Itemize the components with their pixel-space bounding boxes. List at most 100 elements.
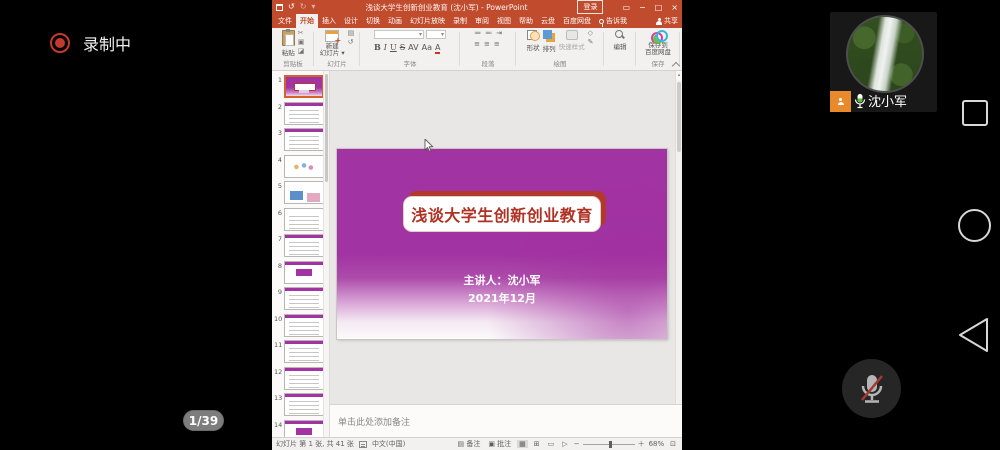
tab-animations[interactable]: 动画 [384, 14, 406, 28]
reset-icon[interactable]: ↺ [348, 39, 355, 46]
format-painter-icon[interactable]: ◪ [298, 48, 305, 55]
thumbnail-scrollbar[interactable] [323, 71, 329, 437]
webcam-overlay[interactable]: 沈小军 [830, 12, 937, 112]
tab-review[interactable]: 审阅 [471, 14, 493, 28]
normal-view-button[interactable]: ▦ [517, 440, 528, 448]
thumbnail-row[interactable]: 2 [274, 102, 329, 127]
tab-insert[interactable]: 插入 [318, 14, 340, 28]
thumbnail-slide-1[interactable] [284, 75, 324, 98]
notes-pane[interactable]: 单击此处添加备注 [330, 404, 682, 437]
thumbnail-row[interactable]: 5 [274, 181, 329, 206]
slideshow-view-button[interactable]: ▷ [560, 440, 569, 448]
tab-clouddrive[interactable]: 云盘 [537, 14, 559, 28]
qat-customize-icon[interactable]: ▾ [311, 3, 315, 11]
ribbon-options-icon[interactable]: ▭ [622, 3, 630, 12]
login-button[interactable]: 登录 [577, 0, 603, 14]
thumbnail-row[interactable]: 11 [274, 340, 329, 365]
reading-view-button[interactable]: ▭ [546, 440, 557, 448]
thumbnail-slide-11[interactable] [284, 340, 324, 363]
tab-record[interactable]: 录制 [449, 14, 471, 28]
quick-styles-button[interactable]: 快速样式 [559, 30, 585, 51]
thumbnail-row[interactable]: 4 [274, 155, 329, 180]
collapse-ribbon-icon[interactable] [673, 61, 679, 67]
shape-fill-icon[interactable]: ◇ [588, 30, 594, 37]
tab-share[interactable]: 共享 [652, 14, 682, 28]
nav-home-button[interactable] [957, 208, 992, 243]
close-button[interactable]: × [671, 3, 678, 12]
edit-button[interactable]: 编辑 [614, 30, 627, 51]
notes-toggle[interactable]: ▤ 备注 [455, 439, 482, 449]
zoom-percentage[interactable]: 68% [649, 440, 665, 448]
redo-icon[interactable]: ↻ [300, 3, 307, 11]
spellcheck-icon[interactable] [359, 441, 367, 448]
tab-file[interactable]: 文件 [274, 14, 296, 28]
save-to-baidu-button[interactable]: 保存到 百度网盘 [645, 30, 671, 57]
zoom-in-button[interactable]: ＋ [638, 439, 645, 449]
thumbnail-slide-7[interactable] [284, 234, 324, 257]
save-icon[interactable] [276, 4, 283, 11]
tab-slideshow[interactable]: 幻灯片放映 [406, 14, 449, 28]
tab-design[interactable]: 设计 [340, 14, 362, 28]
comments-toggle[interactable]: ▣ 批注 [486, 439, 513, 449]
bold-button[interactable]: B [374, 42, 381, 52]
slide-title-box[interactable]: 浅谈大学生创新创业教育 [403, 196, 601, 232]
thumbnail-row[interactable]: 13 [274, 393, 329, 418]
microphone-mute-button[interactable] [842, 359, 901, 418]
zoom-slider[interactable] [583, 444, 635, 445]
thumbnail-row[interactable]: 6 [274, 208, 329, 233]
font-name-select[interactable] [374, 30, 424, 39]
thumbnail-slide-14[interactable] [284, 420, 324, 438]
language-indicator[interactable]: 中文(中国) [372, 439, 405, 449]
nav-back-button[interactable] [956, 316, 990, 354]
shape-outline-icon[interactable]: ✎ [588, 39, 594, 46]
thumbnail-row[interactable]: 8 [274, 261, 329, 286]
thumbnail-slide-12[interactable] [284, 367, 324, 390]
undo-icon[interactable]: ↺ [288, 3, 295, 11]
thumbnail-slide-4[interactable] [284, 155, 324, 178]
thumbnail-slide-13[interactable] [284, 393, 324, 416]
shapes-button[interactable]: 形状 [527, 30, 540, 52]
align-center-icon[interactable]: ≡ [484, 41, 490, 49]
zoom-out-button[interactable]: − [574, 440, 580, 448]
cut-icon[interactable]: ✂ [298, 30, 305, 37]
slide-presenter-text[interactable]: 主讲人：沈小军 [337, 272, 667, 288]
bullets-icon[interactable]: ≔ [474, 30, 481, 38]
arrange-button[interactable]: 排列 [543, 30, 556, 53]
maximize-button[interactable]: □ [655, 3, 663, 12]
fit-to-window-icon[interactable]: ⊡ [668, 440, 678, 448]
thumbnail-row[interactable]: 10 [274, 314, 329, 339]
thumbnail-row[interactable]: 3 [274, 128, 329, 153]
thumbnail-row[interactable]: 1 [274, 75, 329, 100]
thumbnail-slide-8[interactable] [284, 261, 324, 284]
tab-home[interactable]: 开始 [296, 14, 318, 28]
thumbnail-slide-5[interactable] [284, 181, 324, 204]
numbering-icon[interactable]: ≕ [485, 30, 492, 38]
tab-tellme[interactable]: 告诉我 [595, 14, 631, 28]
slide-1-canvas[interactable]: 浅谈大学生创新创业教育 主讲人：沈小军 2021年12月 [337, 149, 667, 339]
font-color-button[interactable]: A [435, 43, 440, 54]
nav-recents-button[interactable] [961, 99, 989, 127]
canvas-scrollbar[interactable]: ▴ [675, 71, 682, 404]
minimize-button[interactable]: − [639, 3, 646, 12]
thumbnail-slide-6[interactable] [284, 208, 324, 231]
italic-button[interactable]: I [384, 43, 387, 52]
tab-help[interactable]: 帮助 [515, 14, 537, 28]
thumbnail-row[interactable]: 12 [274, 367, 329, 392]
tab-view[interactable]: 视图 [493, 14, 515, 28]
thumbnail-slide-3[interactable] [284, 128, 324, 151]
layout-icon[interactable]: ▤ [348, 30, 355, 37]
tab-baidu-netdisk[interactable]: 百度网盘 [559, 14, 595, 28]
indent-icon[interactable]: ⇥ [496, 30, 502, 38]
align-left-icon[interactable]: ≡ [474, 41, 480, 49]
paste-button[interactable]: 粘贴 [282, 30, 295, 57]
new-slide-button[interactable]: 新建 幻灯片 ▾ [320, 30, 345, 58]
slide-date-text[interactable]: 2021年12月 [337, 290, 667, 306]
thumbnail-slide-9[interactable] [284, 287, 324, 310]
scroll-up-icon[interactable]: ▴ [676, 71, 682, 80]
align-right-icon[interactable]: ≡ [494, 41, 500, 49]
change-case-icon[interactable]: Aa [422, 43, 432, 52]
thumbnail-slide-10[interactable] [284, 314, 324, 337]
thumbnail-slide-2[interactable] [284, 102, 324, 125]
strikethrough-button[interactable]: S [400, 43, 405, 52]
thumbnail-row[interactable]: 14 [274, 420, 329, 438]
